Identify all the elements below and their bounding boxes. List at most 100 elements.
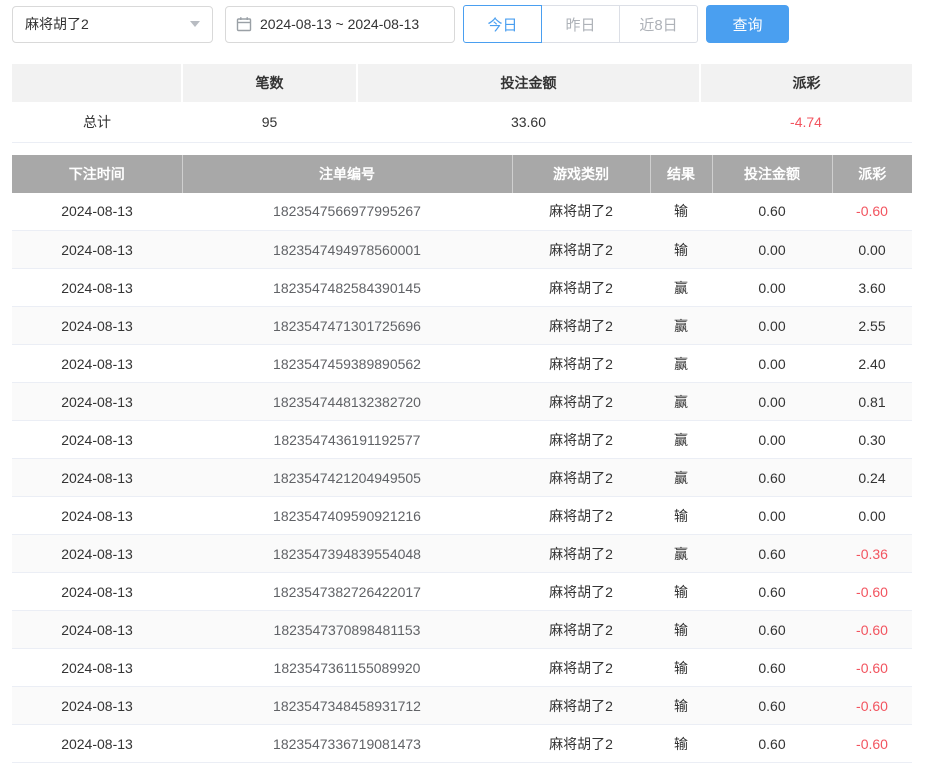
summary-header-count: 笔数 xyxy=(182,64,357,102)
date-range-value: 2024-08-13 ~ 2024-08-13 xyxy=(260,16,419,32)
header-game-type: 游戏类别 xyxy=(512,155,650,193)
payout-cell: -0.60 xyxy=(832,649,912,687)
game-type-cell: 麻将胡了2 xyxy=(512,459,650,497)
bet-number-cell: 1823547421204949505 xyxy=(182,459,512,497)
bet-time-cell: 2024-08-13 xyxy=(12,459,182,497)
bet-number-cell: 1823547494978560001 xyxy=(182,231,512,269)
result-cell: 赢 xyxy=(650,307,712,345)
table-row: 2024-08-131823547494978560001麻将胡了2输0.000… xyxy=(12,231,912,269)
quick-range-group: 今日 昨日 近8日 xyxy=(463,5,698,43)
bet-amount-cell: 0.60 xyxy=(712,687,832,725)
payout-cell: 2.55 xyxy=(832,307,912,345)
bet-number-cell: 1823547448132382720 xyxy=(182,383,512,421)
bet-time-cell: 2024-08-13 xyxy=(12,649,182,687)
game-type-cell: 麻将胡了2 xyxy=(512,573,650,611)
header-bet-time: 下注时间 xyxy=(12,155,182,193)
bet-amount-cell: 0.60 xyxy=(712,611,832,649)
result-cell: 输 xyxy=(650,497,712,535)
game-select[interactable]: 麻将胡了2 xyxy=(12,6,213,43)
bet-time-cell: 2024-08-13 xyxy=(12,307,182,345)
table-row: 2024-08-131823547394839554048麻将胡了2赢0.60-… xyxy=(12,535,912,573)
summary-header-empty xyxy=(12,64,182,102)
today-button[interactable]: 今日 xyxy=(463,5,542,43)
last8days-button[interactable]: 近8日 xyxy=(619,5,698,43)
table-row: 2024-08-131823547409590921216麻将胡了2输0.000… xyxy=(12,497,912,535)
payout-cell: 3.60 xyxy=(832,269,912,307)
result-cell: 赢 xyxy=(650,345,712,383)
game-type-cell: 麻将胡了2 xyxy=(512,383,650,421)
bet-amount-cell: 0.00 xyxy=(712,307,832,345)
bet-amount-cell: 0.00 xyxy=(712,421,832,459)
result-cell: 输 xyxy=(650,687,712,725)
payout-cell: -0.60 xyxy=(832,193,912,231)
bet-number-cell: 1823547361155089920 xyxy=(182,649,512,687)
table-row: 2024-08-131823547448132382720麻将胡了2赢0.000… xyxy=(12,383,912,421)
summary-header-payout: 派彩 xyxy=(700,64,912,102)
bet-number-cell: 1823547471301725696 xyxy=(182,307,512,345)
date-range-picker[interactable]: 2024-08-13 ~ 2024-08-13 xyxy=(225,6,455,43)
bet-amount-cell: 0.00 xyxy=(712,345,832,383)
bet-time-cell: 2024-08-13 xyxy=(12,269,182,307)
game-type-cell: 麻将胡了2 xyxy=(512,231,650,269)
game-type-cell: 麻将胡了2 xyxy=(512,421,650,459)
table-row: 2024-08-131823547421204949505麻将胡了2赢0.600… xyxy=(12,459,912,497)
table-row: 2024-08-131823547482584390145麻将胡了2赢0.003… xyxy=(12,269,912,307)
bet-time-cell: 2024-08-13 xyxy=(12,345,182,383)
result-cell: 输 xyxy=(650,725,712,763)
bet-number-cell: 1823547382726422017 xyxy=(182,573,512,611)
table-row: 2024-08-131823547370898481153麻将胡了2输0.60-… xyxy=(12,611,912,649)
bet-amount-cell: 0.60 xyxy=(712,459,832,497)
summary-total-count: 95 xyxy=(182,102,357,142)
bet-table-body: 2024-08-131823547566977995267麻将胡了2输0.60-… xyxy=(12,193,912,763)
game-type-cell: 麻将胡了2 xyxy=(512,725,650,763)
payout-cell: -0.60 xyxy=(832,611,912,649)
payout-cell: 0.00 xyxy=(832,497,912,535)
summary-header-row: 笔数 投注金额 派彩 xyxy=(12,64,912,102)
result-cell: 赢 xyxy=(650,535,712,573)
result-cell: 赢 xyxy=(650,459,712,497)
payout-cell: -0.60 xyxy=(832,725,912,763)
result-cell: 赢 xyxy=(650,269,712,307)
bet-amount-cell: 0.00 xyxy=(712,269,832,307)
header-bet-amount: 投注金额 xyxy=(712,155,832,193)
bet-time-cell: 2024-08-13 xyxy=(12,611,182,649)
bet-number-cell: 1823547394839554048 xyxy=(182,535,512,573)
query-button[interactable]: 查询 xyxy=(706,5,789,43)
bet-number-cell: 1823547459389890562 xyxy=(182,345,512,383)
table-row: 2024-08-131823547361155089920麻将胡了2输0.60-… xyxy=(12,649,912,687)
bet-time-cell: 2024-08-13 xyxy=(12,193,182,231)
summary-table: 笔数 投注金额 派彩 总计 95 33.60 -4.74 xyxy=(12,64,912,143)
bet-amount-cell: 0.60 xyxy=(712,193,832,231)
table-row: 2024-08-131823547348458931712麻将胡了2输0.60-… xyxy=(12,687,912,725)
summary-header-bet-amount: 投注金额 xyxy=(357,64,700,102)
result-cell: 赢 xyxy=(650,421,712,459)
bet-table-header-row: 下注时间 注单编号 游戏类别 结果 投注金额 派彩 xyxy=(12,155,912,193)
bet-amount-cell: 0.00 xyxy=(712,231,832,269)
bet-number-cell: 1823547436191192577 xyxy=(182,421,512,459)
table-row: 2024-08-131823547471301725696麻将胡了2赢0.002… xyxy=(12,307,912,345)
chevron-down-icon xyxy=(190,21,200,27)
game-select-value: 麻将胡了2 xyxy=(25,14,89,34)
payout-cell: 0.81 xyxy=(832,383,912,421)
table-row: 2024-08-131823547566977995267麻将胡了2输0.60-… xyxy=(12,193,912,231)
result-cell: 输 xyxy=(650,611,712,649)
table-row: 2024-08-131823547436191192577麻将胡了2赢0.000… xyxy=(12,421,912,459)
game-type-cell: 麻将胡了2 xyxy=(512,193,650,231)
toolbar: 麻将胡了2 2024-08-13 ~ 2024-08-13 今日 昨日 近8日 … xyxy=(12,5,916,43)
bet-number-cell: 1823547348458931712 xyxy=(182,687,512,725)
bet-time-cell: 2024-08-13 xyxy=(12,573,182,611)
game-type-cell: 麻将胡了2 xyxy=(512,269,650,307)
bet-time-cell: 2024-08-13 xyxy=(12,535,182,573)
payout-cell: 2.40 xyxy=(832,345,912,383)
summary-total-bet-amount: 33.60 xyxy=(357,102,700,142)
calendar-icon xyxy=(236,16,252,32)
bet-amount-cell: 0.00 xyxy=(712,383,832,421)
game-type-cell: 麻将胡了2 xyxy=(512,307,650,345)
bet-number-cell: 1823547370898481153 xyxy=(182,611,512,649)
table-row: 2024-08-131823547382726422017麻将胡了2输0.60-… xyxy=(12,573,912,611)
bet-number-cell: 1823547566977995267 xyxy=(182,193,512,231)
payout-cell: -0.60 xyxy=(832,687,912,725)
result-cell: 输 xyxy=(650,649,712,687)
yesterday-button[interactable]: 昨日 xyxy=(541,5,620,43)
payout-cell: 0.24 xyxy=(832,459,912,497)
